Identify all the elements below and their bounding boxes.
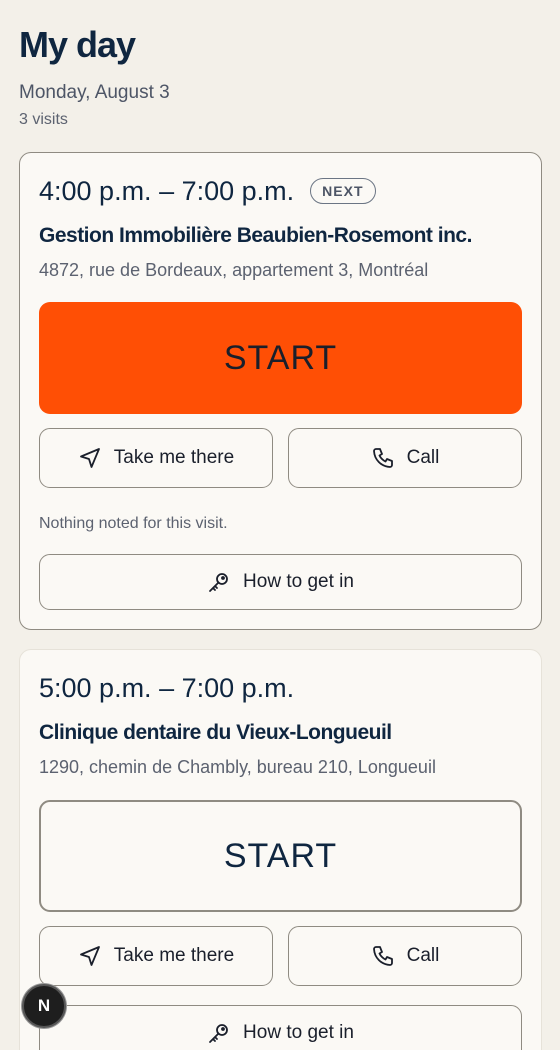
visit-time: 5:00 p.m. – 7:00 p.m. bbox=[39, 673, 295, 703]
take-me-there-label: Take me there bbox=[113, 447, 235, 468]
visit-time: 4:00 p.m. – 7:00 p.m. bbox=[39, 176, 295, 206]
how-to-get-in-label: How to get in bbox=[243, 1022, 354, 1043]
next-badge: NEXT bbox=[310, 178, 376, 204]
visit-time-row: 5:00 p.m. – 7:00 p.m. bbox=[39, 672, 294, 704]
start-visit-button[interactable]: START bbox=[39, 800, 522, 912]
start-visit-button[interactable]: START bbox=[39, 302, 522, 414]
visit-address: 1290, chemin de Chambly, bureau 210, Lon… bbox=[39, 757, 436, 777]
page-date: Monday, August 3 bbox=[19, 82, 170, 103]
visit-time-row: 4:00 p.m. – 7:00 p.m. NEXT bbox=[39, 175, 376, 207]
navigation-arrow-icon bbox=[78, 944, 102, 968]
visit-note: Nothing noted for this visit. bbox=[39, 515, 228, 532]
my-day-screen: My day Monday, August 3 3 visits 4:00 p.… bbox=[0, 0, 560, 1050]
visit-card-next: 4:00 p.m. – 7:00 p.m. NEXT Gestion Immob… bbox=[19, 152, 542, 630]
take-me-there-button[interactable]: Take me there bbox=[39, 428, 273, 488]
key-icon bbox=[207, 1021, 231, 1045]
visit-card: 5:00 p.m. – 7:00 p.m. Clinique dentaire … bbox=[19, 649, 542, 1050]
how-to-get-in-button[interactable]: How to get in bbox=[39, 554, 522, 610]
how-to-get-in-label: How to get in bbox=[243, 571, 354, 592]
take-me-there-button[interactable]: Take me there bbox=[39, 926, 273, 986]
call-label: Call bbox=[406, 945, 440, 966]
call-button[interactable]: Call bbox=[288, 926, 522, 986]
phone-icon bbox=[371, 446, 395, 470]
navigation-arrow-icon bbox=[78, 446, 102, 470]
page-title: My day bbox=[19, 24, 136, 65]
client-name: Gestion Immobilière Beaubien-Rosemont in… bbox=[39, 224, 472, 247]
call-label: Call bbox=[406, 447, 440, 468]
visit-count: 3 visits bbox=[19, 111, 68, 128]
take-me-there-label: Take me there bbox=[113, 945, 235, 966]
key-icon bbox=[207, 570, 231, 594]
phone-icon bbox=[371, 944, 395, 968]
visit-address: 4872, rue de Bordeaux, appartement 3, Mo… bbox=[39, 260, 429, 280]
call-button[interactable]: Call bbox=[288, 428, 522, 488]
dev-overlay-button[interactable]: N bbox=[22, 984, 66, 1028]
client-name: Clinique dentaire du Vieux-Longueuil bbox=[39, 721, 392, 744]
how-to-get-in-button[interactable]: How to get in bbox=[39, 1005, 522, 1050]
